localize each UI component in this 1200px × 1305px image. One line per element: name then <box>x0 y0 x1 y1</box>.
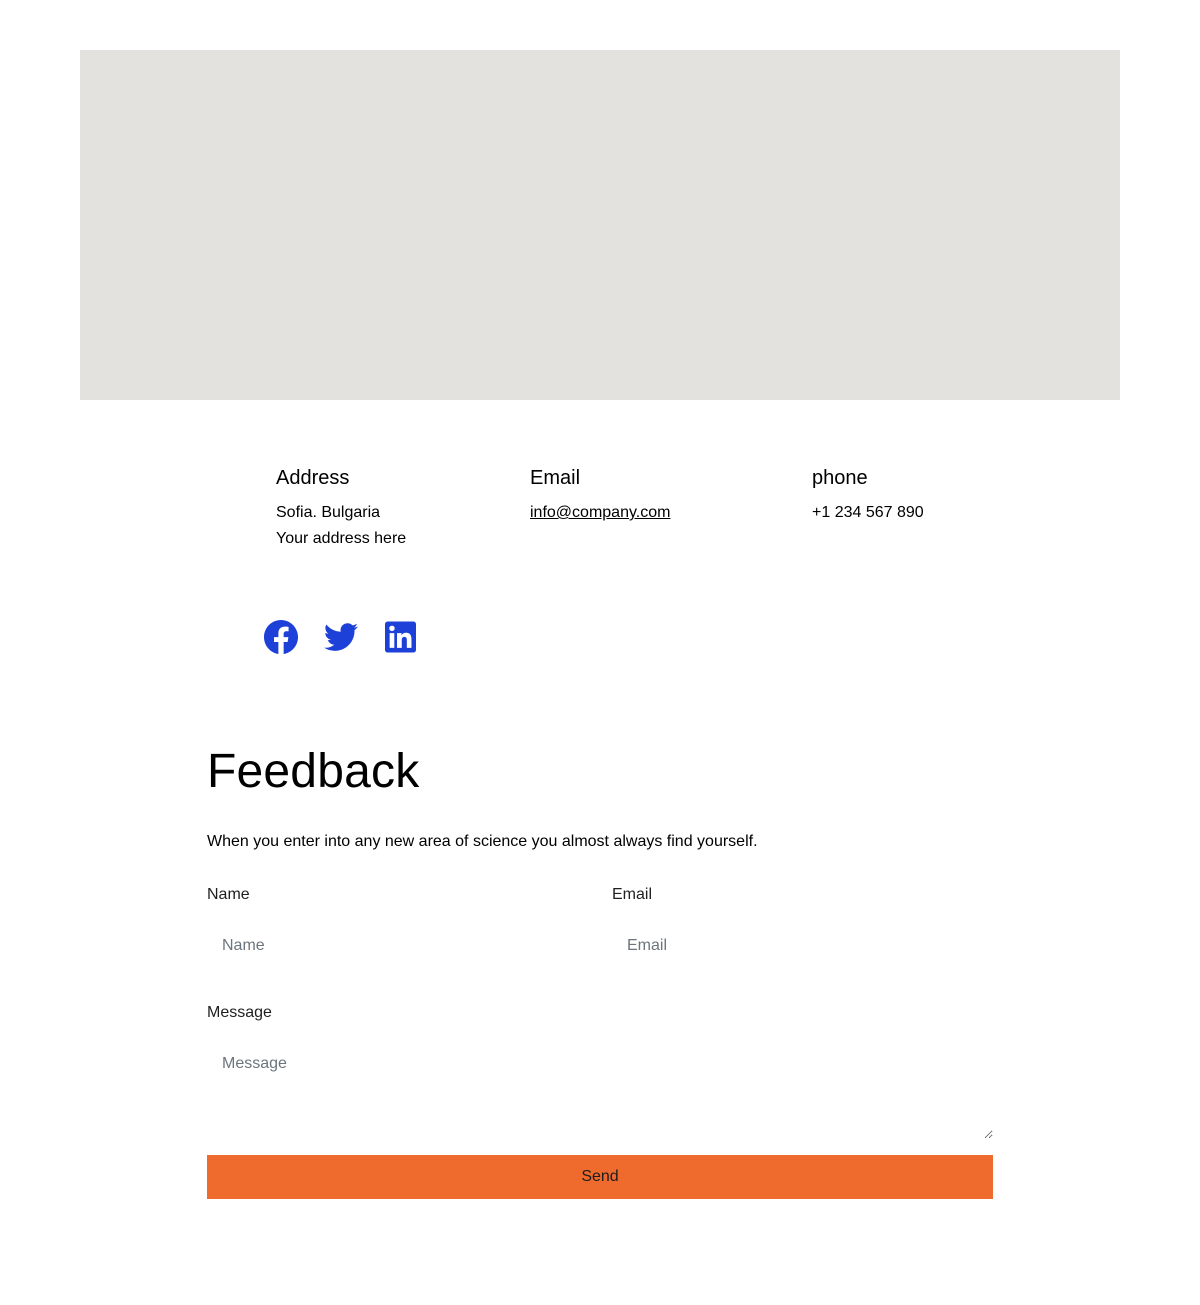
email-link[interactable]: info@company.com <box>530 504 670 521</box>
email-label: Email <box>612 886 653 903</box>
address-line-2: Your address here <box>276 530 407 547</box>
message-textarea[interactable] <box>207 1040 993 1139</box>
address-heading: Address <box>276 467 350 489</box>
address-block: Address Sofia. Bulgaria Your address her… <box>276 465 406 552</box>
address-line-1: Sofia. Bulgaria <box>276 504 381 521</box>
send-button[interactable]: Send <box>207 1155 993 1199</box>
phone-block: phone +1 234 567 890 <box>812 465 924 526</box>
email-block: Email info@company.com <box>530 465 670 526</box>
name-label: Name <box>207 886 250 903</box>
phone-heading: phone <box>812 467 868 489</box>
email-heading: Email <box>530 467 581 489</box>
name-input[interactable] <box>207 923 587 969</box>
feedback-title: Feedback <box>207 745 420 798</box>
linkedin-icon[interactable] <box>385 621 416 653</box>
map-placeholder[interactable] <box>80 50 1120 400</box>
facebook-icon[interactable] <box>264 620 298 654</box>
feedback-section: Feedback When you enter into any new are… <box>207 740 993 1199</box>
phone-number: +1 234 567 890 <box>812 504 924 521</box>
social-links <box>264 620 416 654</box>
feedback-intro: When you enter into any new area of scie… <box>207 833 758 850</box>
twitter-icon[interactable] <box>324 620 358 654</box>
message-label: Message <box>207 1004 272 1021</box>
email-input[interactable] <box>612 923 993 969</box>
contact-page: Address Sofia. Bulgaria Your address her… <box>0 0 1200 1305</box>
